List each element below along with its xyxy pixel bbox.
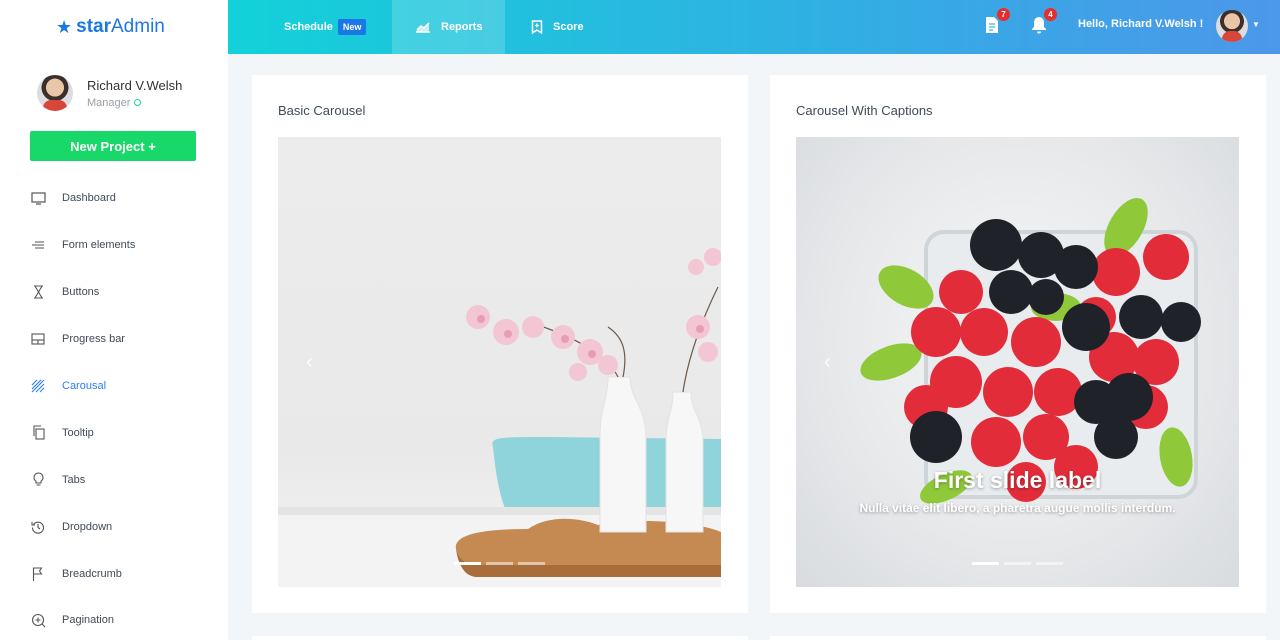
chart-icon — [415, 21, 431, 33]
brand-prefix: star — [76, 16, 111, 37]
sidebar-item-label: Breadcrumb — [62, 567, 122, 580]
indicator-dot[interactable] — [972, 562, 999, 565]
profile-role: Manager — [87, 96, 131, 109]
sidebar-item-label: Tooltip — [62, 426, 94, 439]
sidebar-item-pagination[interactable]: Pagination — [0, 597, 228, 640]
chevron-down-icon[interactable]: ▼ — [1252, 20, 1260, 29]
sidebar-item-tooltip[interactable]: Tooltip — [0, 409, 228, 456]
indicator-dot[interactable] — [486, 562, 513, 565]
indicator-dot[interactable] — [1036, 562, 1063, 565]
indicator-dot[interactable] — [1004, 562, 1031, 565]
sidebar-item-progress-bar[interactable]: Progress bar — [0, 316, 228, 363]
sidebar-item-label: Progress bar — [62, 333, 125, 346]
indicator-dot[interactable] — [454, 562, 481, 565]
basic-carousel[interactable]: ‹ — [278, 137, 721, 587]
bell-icon — [1031, 17, 1047, 38]
messages-button[interactable]: 7 — [984, 8, 1010, 38]
slide-caption: First slide label Nulla vitae elit liber… — [856, 467, 1179, 516]
online-status-icon — [134, 99, 142, 106]
brand-suffix: Admin — [111, 16, 165, 37]
sidebar-item-form-elements[interactable]: Form elements — [0, 222, 228, 269]
lines-icon — [30, 237, 46, 253]
sidebar-item-tabs[interactable]: Tabs — [0, 456, 228, 503]
profile-name: Richard V.Welsh — [87, 77, 183, 93]
chevron-left-icon[interactable]: ‹ — [824, 351, 831, 374]
berries-image — [860, 198, 1201, 504]
document-icon — [984, 17, 1000, 38]
slide-label: First slide label — [933, 467, 1102, 493]
user-profile[interactable]: Richard V.Welsh Manager — [0, 54, 228, 120]
card-title: Carousel With Captions — [796, 103, 933, 118]
captions-carousel-card: Carousel With Captions ‹ First slide lab… — [770, 75, 1266, 613]
sidebar-item-label: Buttons — [62, 286, 100, 299]
sidebar-item-dashboard[interactable]: Dashboard — [0, 175, 228, 222]
nav-score-label: Score — [553, 21, 584, 33]
sidebar: ★ star Admin Richard V.Welsh Manager New … — [0, 0, 228, 640]
captions-carousel[interactable]: ‹ First slide label Nulla vitae elit lib… — [796, 137, 1239, 587]
card-title: Basic Carousel — [278, 103, 366, 118]
slide-text: Nulla vitae elit libero, a pharetra augu… — [859, 501, 1176, 515]
sidebar-nav: Dashboard Form elements Buttons Progress… — [0, 175, 228, 640]
sidebar-item-label: Pagination — [62, 614, 114, 627]
user-greeting[interactable]: Hello, Richard V.Welsh ! — [1078, 18, 1203, 30]
star-icon: ★ — [56, 16, 73, 37]
history-icon — [30, 519, 46, 535]
flag-icon — [30, 566, 46, 582]
carousel-indicators — [278, 562, 721, 565]
sidebar-item-label: Carousal — [62, 380, 107, 392]
avatar — [37, 75, 73, 111]
sidebar-item-buttons[interactable]: Buttons — [0, 269, 228, 316]
sidebar-item-label: Dropdown — [62, 520, 113, 533]
plus-icon: + — [148, 138, 156, 154]
nav-reports[interactable]: Reports — [392, 0, 505, 54]
basic-carousel-card: Basic Carousel ‹ — [252, 75, 748, 613]
notifications-count: 4 — [1044, 8, 1057, 21]
nav-reports-label: Reports — [441, 21, 483, 33]
sidebar-item-dropdown[interactable]: Dropdown — [0, 503, 228, 550]
sidebar-item-label: Form elements — [62, 239, 136, 252]
layout-icon — [30, 331, 46, 347]
top-nav: Schedule New Reports Score — [228, 0, 584, 54]
copy-icon — [30, 425, 46, 441]
plus-circle-icon — [30, 612, 46, 628]
carousel-indicators — [796, 562, 1239, 565]
hourglass-icon — [30, 284, 46, 300]
new-project-button[interactable]: New Project + — [30, 131, 196, 161]
chevron-left-icon[interactable]: ‹ — [306, 351, 313, 374]
brand-logo[interactable]: ★ star Admin — [0, 0, 228, 54]
nav-score[interactable]: Score — [505, 0, 584, 54]
sidebar-item-label: Tabs — [62, 473, 86, 486]
nav-schedule-label: Schedule — [284, 21, 333, 33]
bulb-icon — [30, 472, 46, 488]
notifications-button[interactable]: 4 — [1031, 8, 1057, 38]
next-card-edge — [770, 636, 1266, 640]
stripes-icon — [30, 378, 46, 394]
sidebar-item-breadcrumb[interactable]: Breadcrumb — [0, 550, 228, 597]
next-card-edge — [252, 636, 748, 640]
vase-flowers-image — [278, 248, 721, 587]
new-badge: New — [337, 19, 367, 35]
sidebar-item-label: Dashboard — [62, 192, 116, 205]
sidebar-item-carousal[interactable]: Carousal — [0, 363, 228, 410]
nav-schedule[interactable]: Schedule New — [228, 0, 392, 54]
new-project-label: New Project — [70, 138, 145, 154]
top-navbar: Schedule New Reports Score 7 4 Hello, Ri… — [228, 0, 1280, 54]
monitor-icon — [30, 190, 46, 206]
bookmark-icon — [531, 20, 543, 34]
user-avatar[interactable] — [1216, 10, 1248, 42]
indicator-dot[interactable] — [518, 562, 545, 565]
messages-count: 7 — [997, 8, 1010, 21]
